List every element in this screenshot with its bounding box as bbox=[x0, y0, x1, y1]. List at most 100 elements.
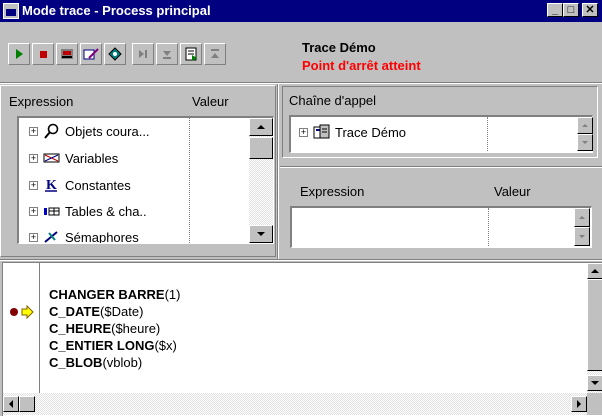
scroll-down-button[interactable] bbox=[587, 375, 602, 391]
step-up-button[interactable] bbox=[204, 43, 226, 65]
scroll-thumb[interactable] bbox=[587, 279, 602, 371]
expression-list[interactable]: + Objets coura... + Variables + K Consta… bbox=[17, 116, 274, 244]
edit-button[interactable] bbox=[80, 43, 102, 65]
step-over-button[interactable] bbox=[132, 43, 154, 65]
scroll-thumb[interactable] bbox=[19, 396, 35, 412]
scroll-down-button[interactable] bbox=[249, 225, 273, 243]
variable-icon bbox=[43, 153, 60, 163]
arrow-right-icon bbox=[577, 400, 581, 408]
scroll-up-button[interactable] bbox=[577, 117, 593, 134]
call-chain-label: Chaîne d'appel bbox=[289, 93, 377, 108]
source-vertical-scrollbar[interactable] bbox=[587, 263, 602, 393]
call-chain-item-label: Trace Démo bbox=[335, 125, 407, 140]
code-args: ($Date) bbox=[100, 304, 144, 319]
constant-icon: K bbox=[45, 178, 57, 193]
tree-item-label: Sémaphores bbox=[65, 230, 139, 244]
expand-icon[interactable]: + bbox=[29, 207, 38, 216]
step-up-icon bbox=[211, 49, 219, 58]
minimize-button[interactable]: _ bbox=[547, 3, 563, 17]
tree-item-label: Tables & cha.. bbox=[65, 204, 147, 219]
expression-header: Expression bbox=[9, 94, 74, 109]
code-args: ($heure) bbox=[111, 321, 161, 336]
current-line-arrow-icon bbox=[21, 305, 34, 319]
abort-icon bbox=[108, 47, 122, 61]
maximize-button[interactable]: □ bbox=[563, 3, 579, 17]
arrow-up-icon bbox=[579, 216, 585, 219]
expand-icon[interactable]: + bbox=[29, 127, 38, 136]
code-args: ($x) bbox=[154, 338, 177, 353]
call-chain-list[interactable]: + Trace Démo bbox=[289, 115, 593, 153]
scroll-up-button[interactable] bbox=[249, 118, 273, 136]
code-line[interactable]: CHANGER BARRE(1) bbox=[49, 287, 180, 302]
code-args: (vblob) bbox=[102, 355, 143, 370]
app-icon[interactable] bbox=[3, 3, 19, 19]
title-bar[interactable]: Mode trace - Process principal _ □ ✕ bbox=[0, 0, 602, 22]
code-keyword: C_HEURE bbox=[49, 321, 112, 336]
run-icon bbox=[16, 49, 23, 59]
custom-expression-panel: Expression Valeur bbox=[282, 170, 598, 258]
arrow-down-icon bbox=[591, 381, 599, 385]
custom-expression-list[interactable] bbox=[290, 206, 592, 248]
stop-button[interactable] bbox=[32, 43, 54, 65]
custom-value-header: Valeur bbox=[494, 184, 531, 199]
close-button[interactable]: ✕ bbox=[582, 3, 598, 17]
code-keyword: C_ENTIER LONG bbox=[49, 338, 155, 353]
code-line[interactable]: C_BLOB(vblob) bbox=[49, 355, 142, 370]
stop-icon bbox=[40, 51, 47, 58]
arrow-up-icon bbox=[582, 124, 588, 127]
horizontal-splitter[interactable] bbox=[0, 259, 602, 261]
scroll-left-button[interactable] bbox=[3, 396, 19, 412]
right-divider bbox=[280, 166, 602, 168]
arrow-down-icon bbox=[582, 141, 588, 144]
expand-icon[interactable]: + bbox=[29, 154, 38, 163]
scroll-down-button[interactable] bbox=[577, 134, 593, 151]
source-horizontal-scrollbar[interactable] bbox=[3, 393, 587, 415]
step-into-icon bbox=[61, 49, 73, 59]
semaphore-icon bbox=[44, 231, 58, 243]
code-line[interactable]: C_ENTIER LONG($x) bbox=[49, 338, 177, 353]
trace-status: Point d'arrêt atteint bbox=[302, 58, 421, 73]
step-down-icon bbox=[163, 51, 171, 59]
vertical-splitter[interactable] bbox=[277, 84, 279, 259]
code-keyword: C_DATE bbox=[49, 304, 101, 319]
scroll-down-button[interactable] bbox=[574, 227, 590, 246]
arrow-left-icon bbox=[9, 400, 13, 408]
scroll-up-button[interactable] bbox=[587, 263, 602, 279]
abort-button[interactable] bbox=[104, 43, 126, 65]
expression-panel: Expression Valeur + Objets coura... + Va… bbox=[0, 85, 276, 257]
custom-expression-scrollbar[interactable] bbox=[574, 208, 590, 246]
top-divider bbox=[0, 82, 602, 84]
source-pane[interactable]: CHANGER BARRE(1) C_DATE($Date) C_HEURE($… bbox=[2, 262, 602, 416]
scroll-thumb[interactable] bbox=[249, 137, 273, 159]
arrow-down-icon bbox=[579, 235, 585, 238]
code-keyword: CHANGER BARRE bbox=[49, 287, 165, 302]
scroll-up-button[interactable] bbox=[574, 208, 590, 227]
code-line[interactable]: C_HEURE($heure) bbox=[49, 321, 160, 336]
expression-scrollbar[interactable] bbox=[249, 118, 273, 243]
scroll-right-button[interactable] bbox=[571, 396, 587, 412]
expand-icon[interactable]: + bbox=[29, 233, 38, 242]
arrow-down-icon bbox=[257, 232, 265, 236]
code-line-current[interactable]: C_DATE($Date) bbox=[49, 304, 143, 319]
value-header: Valeur bbox=[192, 94, 229, 109]
expand-icon[interactable]: + bbox=[299, 128, 308, 137]
method-icon bbox=[313, 124, 330, 139]
step-into-button[interactable] bbox=[56, 43, 78, 65]
run-button[interactable] bbox=[8, 43, 30, 65]
step-down-button[interactable] bbox=[156, 43, 178, 65]
gutter-separator bbox=[39, 263, 40, 393]
tree-item-label: Objets coura... bbox=[65, 124, 150, 139]
arrow-up-icon bbox=[257, 125, 265, 129]
table-icon bbox=[44, 207, 60, 216]
arrow-up-icon bbox=[591, 269, 599, 273]
code-keyword: C_BLOB bbox=[49, 355, 103, 370]
breakpoint-marker[interactable] bbox=[9, 305, 37, 319]
call-chain-scrollbar[interactable] bbox=[577, 117, 593, 151]
debug-button[interactable] bbox=[180, 43, 202, 65]
debug-icon bbox=[185, 47, 197, 61]
window-title: Mode trace - Process principal bbox=[22, 3, 211, 18]
edit-icon bbox=[83, 48, 99, 60]
tree-item-label: Variables bbox=[65, 151, 119, 166]
toolbar bbox=[8, 43, 278, 67]
expand-icon[interactable]: + bbox=[29, 181, 38, 190]
